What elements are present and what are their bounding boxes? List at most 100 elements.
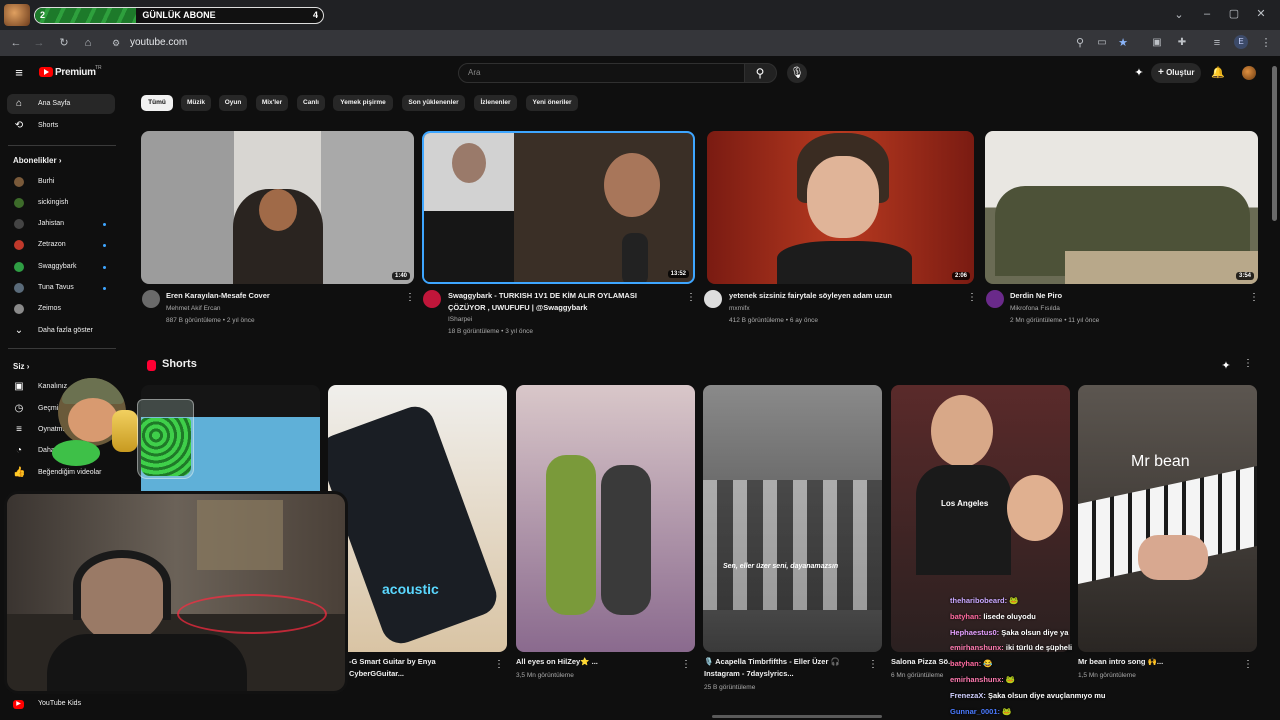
sparkle-icon[interactable]: ✦: [1132, 66, 1146, 80]
back-icon[interactable]: ←: [9, 36, 23, 50]
short-title[interactable]: All eyes on HilZey⭐ ...: [516, 657, 666, 666]
show-more-button[interactable]: ⌄ Daha fazla göster: [7, 321, 115, 341]
more-options-icon[interactable]: ⋮: [494, 659, 504, 670]
shelf-more-icon[interactable]: ⋮: [1243, 358, 1253, 369]
subscriptions-heading[interactable]: Abonelikler ›: [13, 156, 61, 165]
hamburger-menu-icon[interactable]: ≡: [12, 66, 26, 80]
video-title-line2[interactable]: ÇÖZÜYOR , UWUFUFU | @Swaggybark: [448, 302, 678, 314]
tab-search-icon[interactable]: ⌄: [1172, 8, 1186, 22]
more-options-icon[interactable]: ⋮: [1249, 292, 1259, 303]
video-title[interactable]: Swaggybark - TURKISH 1V1 DE KİM ALIR OYL…: [448, 290, 678, 302]
bookmark-star-icon[interactable]: ★: [1116, 36, 1130, 50]
sidebar-item-label: Zetrazon: [38, 241, 66, 248]
more-options-icon[interactable]: ⋮: [868, 659, 878, 670]
video-title[interactable]: yetenek sizsiniz fairytale söyleyen adam…: [729, 290, 959, 302]
reading-list-icon[interactable]: ≡: [1210, 36, 1224, 50]
sidebar-item-kids[interactable]: ▶ YouTube Kids: [7, 694, 115, 714]
history-icon: ◷: [14, 403, 24, 414]
sidebar-item-sub[interactable]: Burhi: [7, 172, 115, 192]
channel-avatar[interactable]: [704, 290, 722, 308]
sidebar-item-sub[interactable]: Tuna Tavus: [7, 278, 115, 298]
show-more-label: Daha fazla göster: [38, 327, 93, 334]
channel-name[interactable]: mxmifx: [729, 305, 750, 312]
forward-icon[interactable]: →: [32, 36, 46, 50]
channel-avatar[interactable]: [142, 290, 160, 308]
sidebar-item-liked[interactable]: 👍 Beğendiğim videolar: [7, 463, 115, 483]
short-thumbnail[interactable]: Sen, eller üzer seni, dayanamazsın: [703, 385, 882, 652]
video-thumbnail[interactable]: 13:52: [422, 131, 695, 284]
url-field[interactable]: youtube.com: [130, 37, 187, 48]
short-title[interactable]: Salona Pizza Sö...: [891, 657, 953, 666]
playlists-icon: ≡: [16, 424, 22, 435]
chat-text: 🐸: [1002, 706, 1012, 716]
sidebar-item-shorts[interactable]: ⟲ Shorts: [7, 116, 115, 136]
notifications-bell-icon[interactable]: 🔔: [1211, 66, 1225, 80]
more-options-icon[interactable]: ⋮: [686, 292, 696, 303]
short-title[interactable]: -G Smart Guitar by Enya: [349, 657, 499, 666]
sidebar-item-sub[interactable]: Swaggybark: [7, 257, 115, 277]
chat-message: theharibobeard: 🐸: [950, 593, 1250, 609]
extension-icon[interactable]: ▣: [1150, 36, 1164, 50]
puzzle-icon[interactable]: ✚: [1175, 36, 1189, 50]
live-indicator: [103, 244, 106, 247]
chip-watched[interactable]: İzlenenler: [474, 95, 517, 111]
vertical-scrollbar[interactable]: [1272, 66, 1277, 221]
maximize-icon[interactable]: ▢: [1227, 7, 1241, 21]
zoom-icon[interactable]: ⚲: [1073, 36, 1087, 50]
channel-name[interactable]: Mehmet Akif Ercan: [166, 305, 221, 312]
sidebar-item-sub[interactable]: Jahistan: [7, 214, 115, 234]
horizontal-scrollbar[interactable]: [712, 715, 882, 718]
sidebar-item-label: sickingish: [38, 199, 69, 206]
video-title[interactable]: Derdin Ne Piro: [1010, 290, 1240, 302]
live-indicator: [103, 266, 106, 269]
short-thumbnail[interactable]: acoustic: [328, 385, 507, 652]
more-options-icon[interactable]: ⋮: [681, 659, 691, 670]
reload-icon[interactable]: ↻: [57, 36, 71, 50]
sidebar-item-sub[interactable]: Zeimos: [7, 299, 115, 319]
video-thumbnail[interactable]: 2:06: [707, 131, 974, 284]
chip-cooking[interactable]: Yemek pişirme: [333, 95, 393, 111]
chat-message: batyhan: 😂: [950, 656, 1250, 672]
chip-recently-uploaded[interactable]: Son yüklenenler: [402, 95, 465, 111]
cast-icon[interactable]: ▭: [1095, 36, 1109, 50]
home-browser-icon[interactable]: ⌂: [81, 36, 95, 50]
more-options-icon[interactable]: ⋮: [967, 292, 977, 303]
search-button[interactable]: ⚲: [744, 63, 777, 83]
channel-name[interactable]: ISharpei: [448, 316, 472, 323]
channel-name[interactable]: Mikrofona Fısılda: [1010, 305, 1060, 312]
video-thumbnail[interactable]: 1:40: [141, 131, 414, 284]
chat-text: Şaka olsun diye ya: [1001, 627, 1069, 637]
sidebar-item-sub[interactable]: sickingish: [7, 193, 115, 213]
chip-music[interactable]: Müzik: [181, 95, 211, 111]
menu-dots-icon[interactable]: ⋮: [1259, 36, 1273, 50]
account-avatar[interactable]: [1242, 66, 1256, 80]
you-heading[interactable]: Siz ›: [13, 362, 29, 371]
youtube-logo-icon[interactable]: [39, 67, 53, 77]
chip-new-to-you[interactable]: Yeni öneriler: [526, 95, 578, 111]
search-input[interactable]: [458, 63, 745, 83]
channel-avatar[interactable]: [423, 290, 441, 308]
logo-text[interactable]: Premium: [55, 67, 96, 78]
video-thumbnail[interactable]: 3:54: [985, 131, 1258, 284]
close-window-icon[interactable]: ✕: [1254, 7, 1268, 21]
chip-gaming[interactable]: Oyun: [219, 95, 247, 111]
sidebar-item-sub[interactable]: Zetrazon: [7, 235, 115, 255]
short-thumbnail[interactable]: [516, 385, 695, 652]
chip-live[interactable]: Canlı: [297, 95, 325, 111]
video-title[interactable]: Eren Karayılan-Mesafe Cover: [166, 290, 396, 302]
profile-avatar[interactable]: E: [1234, 35, 1248, 49]
channel-avatar[interactable]: [986, 290, 1004, 308]
short-title[interactable]: 🎙️ Acapella Timbrfifths - Eller Üzer 🎧: [704, 657, 854, 666]
chip-all[interactable]: Tümü: [141, 95, 173, 111]
more-options-icon[interactable]: ⋮: [405, 292, 415, 303]
chip-mixes[interactable]: Mix'ler: [256, 95, 288, 111]
minimize-icon[interactable]: –: [1200, 7, 1214, 21]
site-info-icon[interactable]: ⚙: [109, 36, 123, 50]
sidebar-item-label: Zeimos: [38, 305, 61, 312]
create-button[interactable]: + Oluştur: [1151, 63, 1201, 83]
sparkle-icon[interactable]: ✦: [1219, 359, 1233, 373]
short-title-line2[interactable]: Instagram - 7dayslyrics...: [704, 669, 854, 678]
sidebar-item-home[interactable]: ⌂ Ana Sayfa: [7, 94, 115, 114]
voice-search-button[interactable]: 🎙: [787, 63, 807, 83]
short-title-line2[interactable]: CyberGGuitar...: [349, 669, 499, 678]
